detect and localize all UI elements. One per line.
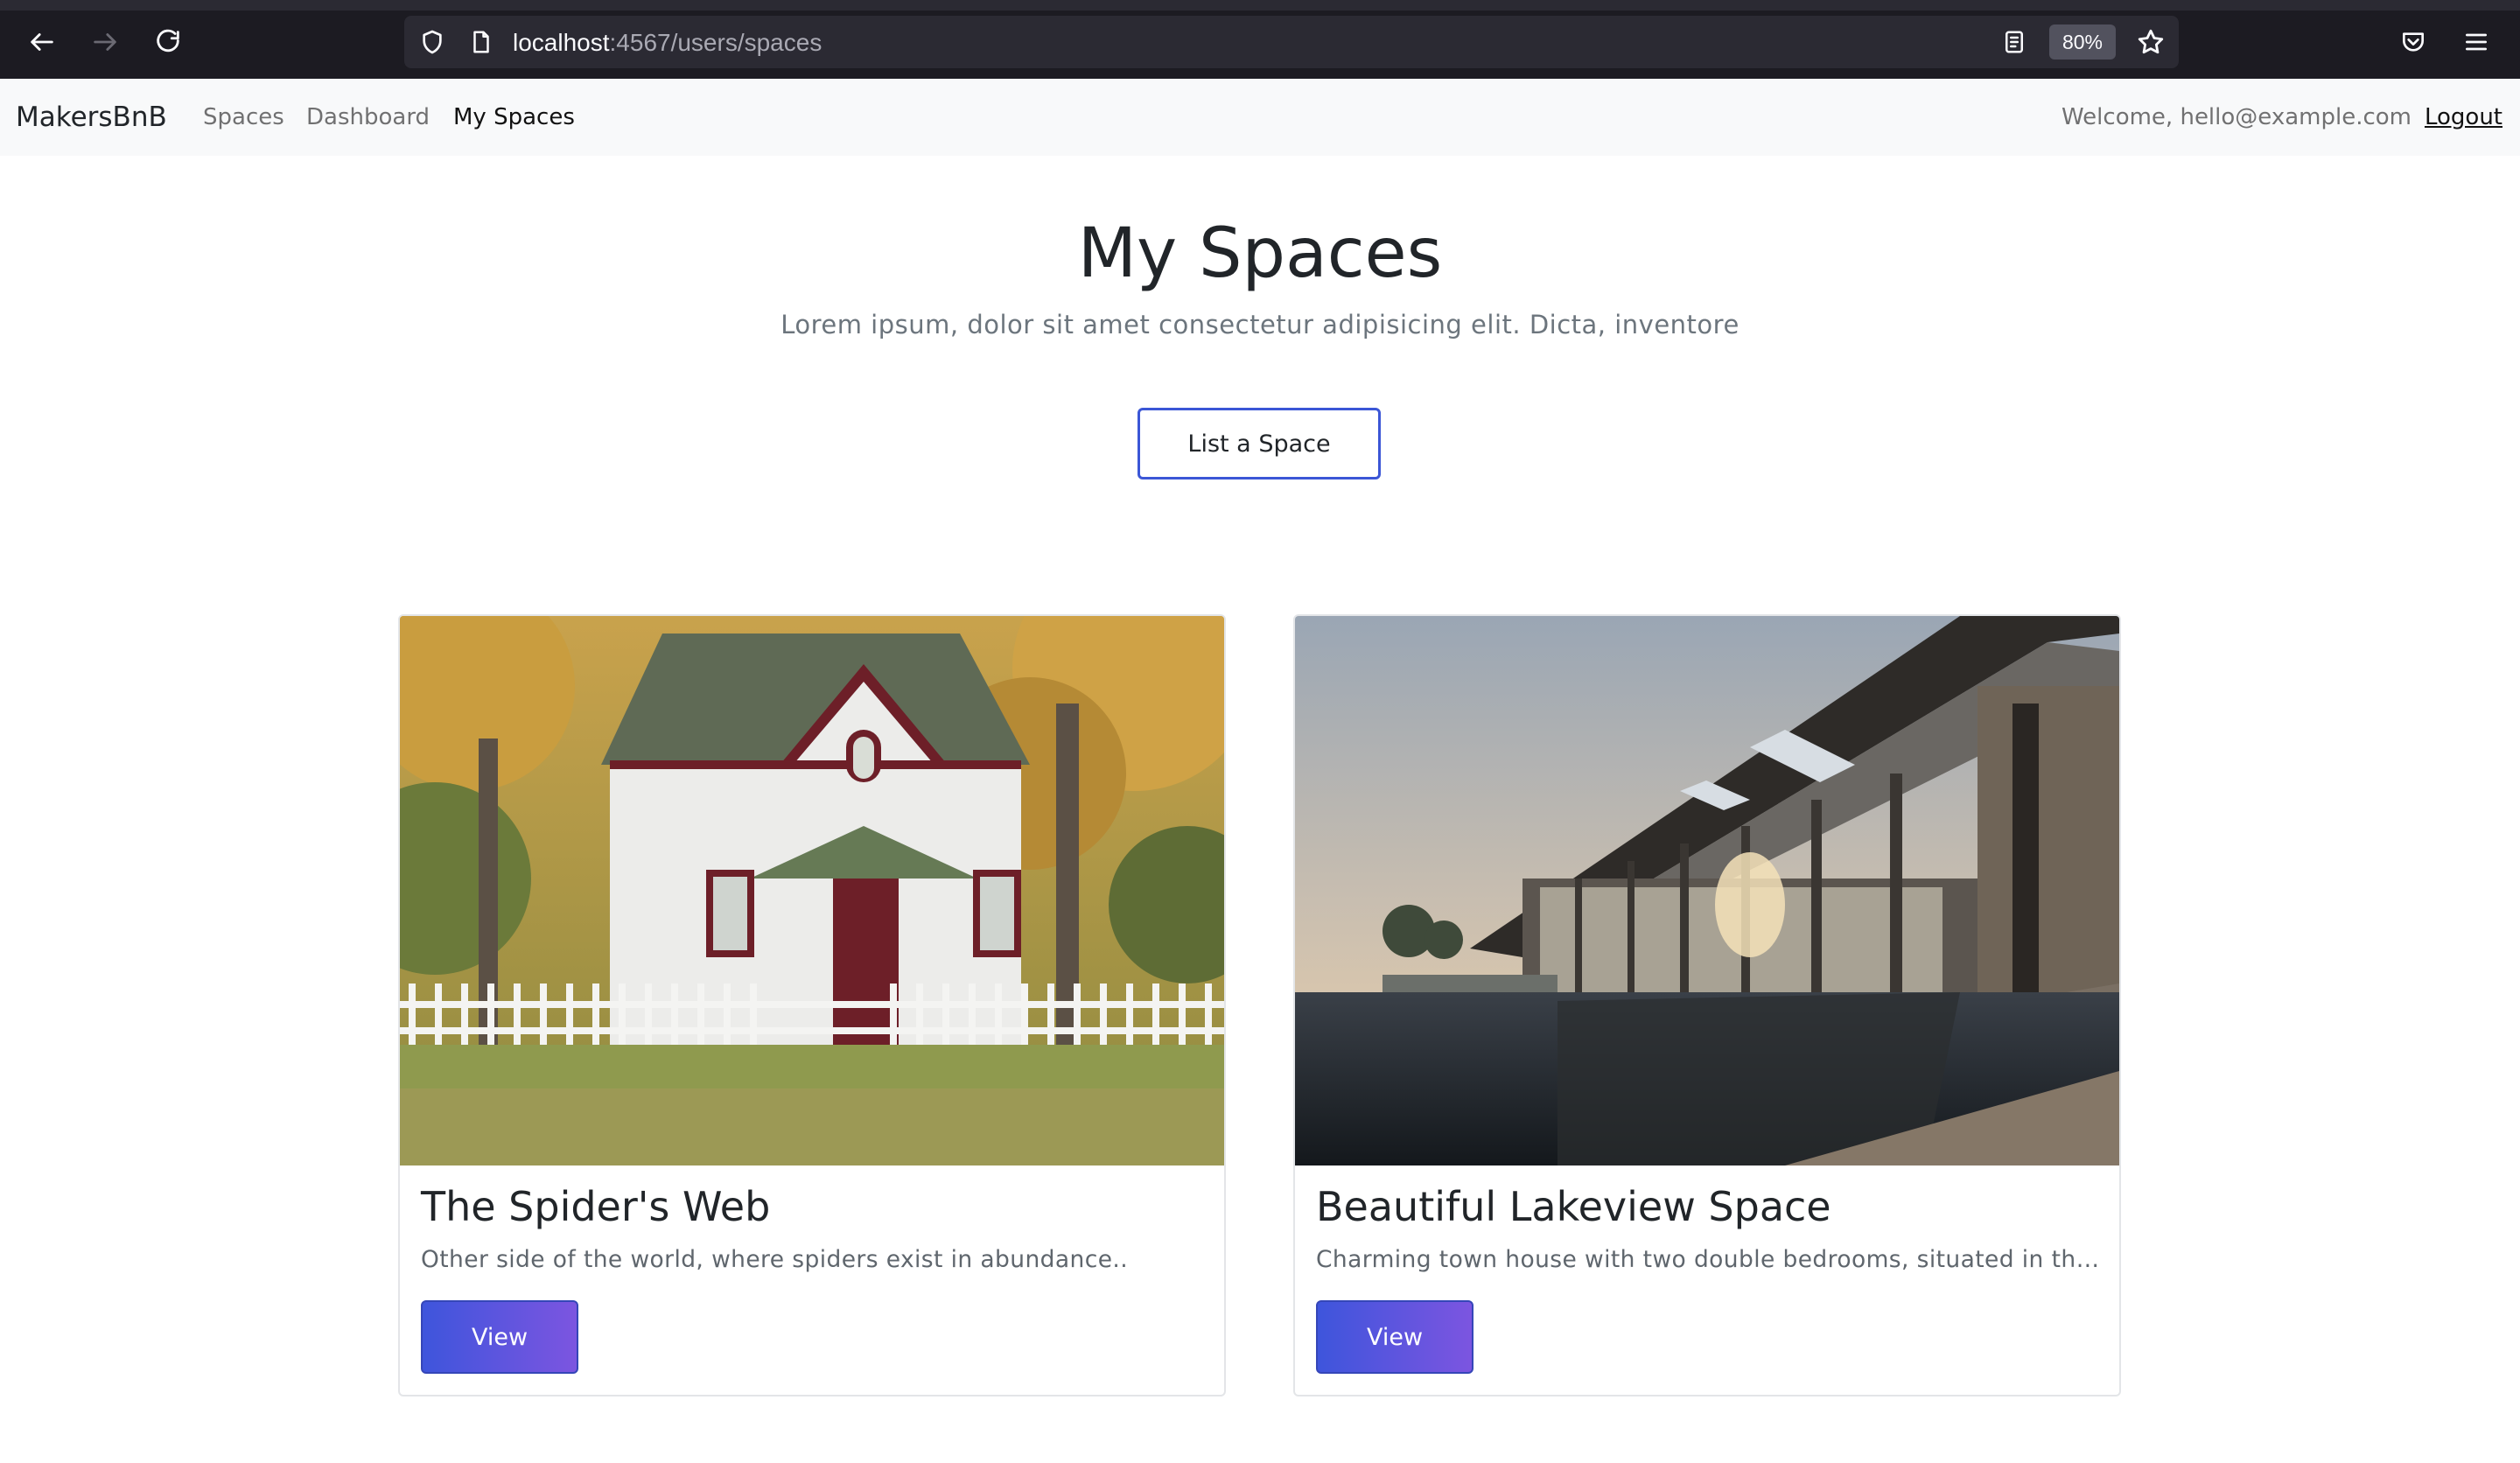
url-host: localhost — [513, 29, 610, 56]
shield-icon[interactable] — [411, 21, 453, 63]
page-title: My Spaces — [1077, 214, 1443, 293]
back-arrow-icon[interactable] — [21, 21, 63, 63]
card-description: Other side of the world, where spiders e… — [421, 1246, 1129, 1273]
card-description: Charming town house with two double bedr… — [1316, 1246, 2104, 1273]
nav-link-spaces[interactable]: Spaces — [203, 79, 284, 156]
welcome-text: Welcome, hello@example.com — [2062, 104, 2412, 130]
view-button[interactable]: View — [421, 1300, 578, 1374]
space-card: The Spider's Web Other side of the world… — [398, 614, 1226, 1396]
nav-link-my-spaces[interactable]: My Spaces — [453, 79, 575, 156]
tab-strip-edge — [0, 0, 2520, 10]
bookmark-star-icon[interactable] — [2130, 21, 2172, 63]
url-text[interactable]: localhost:4567/users/spaces — [513, 26, 822, 60]
logout-link[interactable]: Logout — [2425, 79, 2502, 156]
nav-link-dashboard[interactable]: Dashboard — [306, 79, 430, 156]
card-title: The Spider's Web — [421, 1183, 771, 1230]
page-lead-text: Lorem ipsum, dolor sit amet consectetur … — [780, 310, 1740, 340]
zoom-level-badge[interactable]: 80% — [2049, 24, 2116, 60]
browser-toolbar: localhost:4567/users/spaces 80% — [0, 0, 2520, 79]
url-path: :4567/users/spaces — [609, 29, 822, 56]
space-card: Beautiful Lakeview Space Charming town h… — [1293, 614, 2121, 1396]
reload-icon[interactable] — [147, 21, 189, 63]
space-image-lakeview-house — [1295, 616, 2119, 1166]
brand-logo[interactable]: MakersBnB — [16, 79, 167, 156]
card-title: Beautiful Lakeview Space — [1316, 1183, 1831, 1230]
reader-view-icon[interactable] — [1993, 21, 2035, 63]
site-navbar: MakersBnB Spaces Dashboard My Spaces Wel… — [0, 79, 2520, 156]
view-button[interactable]: View — [1316, 1300, 1474, 1374]
hamburger-menu-icon[interactable] — [2455, 21, 2497, 63]
pocket-icon[interactable] — [2392, 21, 2434, 63]
page-icon — [460, 21, 502, 63]
forward-arrow-icon[interactable] — [84, 21, 126, 63]
space-image-white-house — [400, 616, 1224, 1166]
list-a-space-button[interactable]: List a Space — [1138, 408, 1381, 480]
